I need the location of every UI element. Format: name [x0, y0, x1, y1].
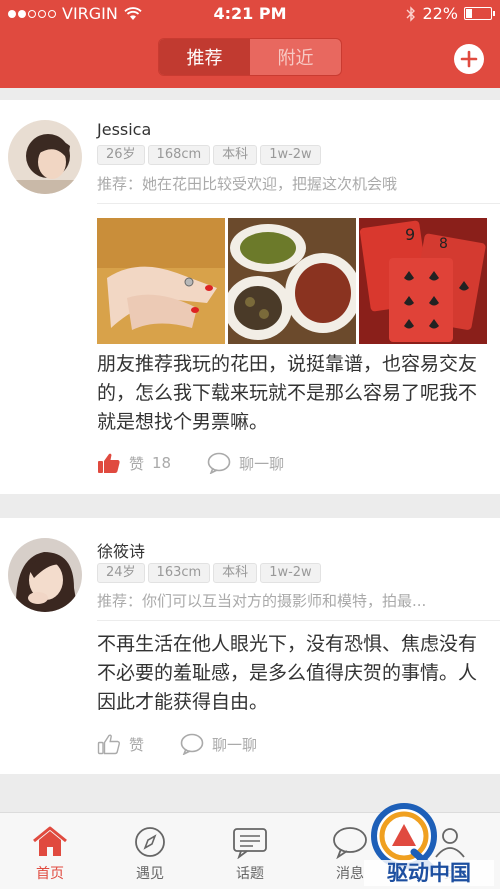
- feed-post-card[interactable]: Jessica 26岁 168cm 本科 1w-2w 推荐：她在花田比较受欢迎，…: [0, 100, 500, 494]
- like-button[interactable]: 赞: [97, 733, 144, 755]
- like-label: 赞: [129, 735, 145, 754]
- bluetooth-icon: [406, 5, 416, 22]
- avatar[interactable]: [8, 120, 82, 194]
- like-label: 赞: [129, 454, 145, 473]
- tag-age: 24岁: [97, 563, 145, 583]
- chat-label: 聊一聊: [212, 735, 258, 754]
- photo-hands[interactable]: [97, 218, 225, 344]
- divider: [97, 203, 500, 204]
- user-tags: 26岁 168cm 本科 1w-2w: [97, 145, 321, 165]
- post-text: 朋友推荐我玩的花田，说挺靠谱，也容易交友的，怎么我下载来玩就不是那么容易了呢我不…: [97, 353, 478, 433]
- user-name[interactable]: Jessica: [97, 120, 151, 139]
- compass-icon: [135, 827, 165, 857]
- like-button[interactable]: 赞 18: [97, 452, 171, 474]
- chat-button[interactable]: 聊一聊: [207, 452, 284, 474]
- plus-icon: [460, 50, 478, 68]
- tab-label: 首页: [36, 866, 64, 882]
- avatar[interactable]: [8, 538, 82, 612]
- app-header: VIRGIN 4:21 PM 22% 推荐 附近: [0, 0, 500, 88]
- chat-button[interactable]: 聊一聊: [180, 733, 257, 755]
- status-right: 22%: [406, 4, 495, 23]
- home-icon: [33, 826, 67, 856]
- tab-meet[interactable]: 遇见: [100, 813, 200, 889]
- like-count: 18: [152, 454, 172, 472]
- chat-label: 聊一聊: [239, 454, 285, 473]
- tag-education: 本科: [213, 563, 258, 583]
- user-tags: 24岁 163cm 本科 1w-2w: [97, 563, 321, 583]
- tab-label: 消息: [336, 866, 364, 882]
- tab-topics[interactable]: 话题: [200, 813, 300, 889]
- site-watermark-logo: 驱动中国: [364, 803, 494, 886]
- add-post-button[interactable]: [454, 44, 484, 74]
- thumbs-up-filled-icon: [98, 453, 120, 473]
- tag-education: 本科: [213, 145, 258, 165]
- thumbs-up-outline-icon: [97, 734, 120, 755]
- photo-cards[interactable]: 9 8: [359, 218, 487, 344]
- svg-text:驱动中国: 驱动中国: [387, 861, 471, 885]
- divider: [97, 620, 500, 621]
- svg-text:9: 9: [405, 225, 415, 244]
- battery-icon: [464, 7, 495, 20]
- tab-recommend[interactable]: 推荐: [159, 39, 250, 75]
- post-actions: 赞 18 聊一聊: [97, 452, 320, 474]
- tab-label: 话题: [236, 866, 264, 882]
- post-actions: 赞 聊一聊: [97, 733, 293, 755]
- topic-chat-icon: [233, 828, 267, 859]
- speech-bubble-icon: [207, 452, 231, 474]
- tag-age: 26岁: [97, 145, 145, 165]
- recommend-text: 推荐：你们可以互当对方的摄影师和模特，拍最...: [97, 592, 427, 610]
- tag-income: 1w-2w: [260, 563, 321, 583]
- svg-text:8: 8: [439, 236, 448, 252]
- tab-nearby[interactable]: 附近: [250, 39, 341, 75]
- battery-percent: 22%: [422, 4, 458, 23]
- photo-grid: 9 8: [97, 218, 487, 344]
- photo-food[interactable]: [228, 218, 356, 344]
- tag-income: 1w-2w: [260, 145, 321, 165]
- user-name[interactable]: 徐筱诗: [97, 538, 145, 562]
- feed-post-card[interactable]: 徐筱诗 24岁 163cm 本科 1w-2w 推荐：你们可以互当对方的摄影师和模…: [0, 518, 500, 774]
- recommend-text: 推荐：她在花田比较受欢迎，把握这次机会哦: [97, 175, 398, 193]
- tag-height: 168cm: [147, 145, 211, 165]
- status-bar: VIRGIN 4:21 PM 22%: [0, 4, 500, 26]
- speech-bubble-icon: [180, 733, 204, 755]
- feed-segmented-control: 推荐 附近: [158, 38, 342, 76]
- post-text: 不再生活在他人眼光下，没有恐惧、焦虑没有不必要的羞耻感，是多么值得庆贺的事情。人…: [97, 633, 478, 713]
- tab-label: 遇见: [136, 866, 164, 882]
- tag-height: 163cm: [147, 563, 211, 583]
- tab-home[interactable]: 首页: [0, 813, 100, 889]
